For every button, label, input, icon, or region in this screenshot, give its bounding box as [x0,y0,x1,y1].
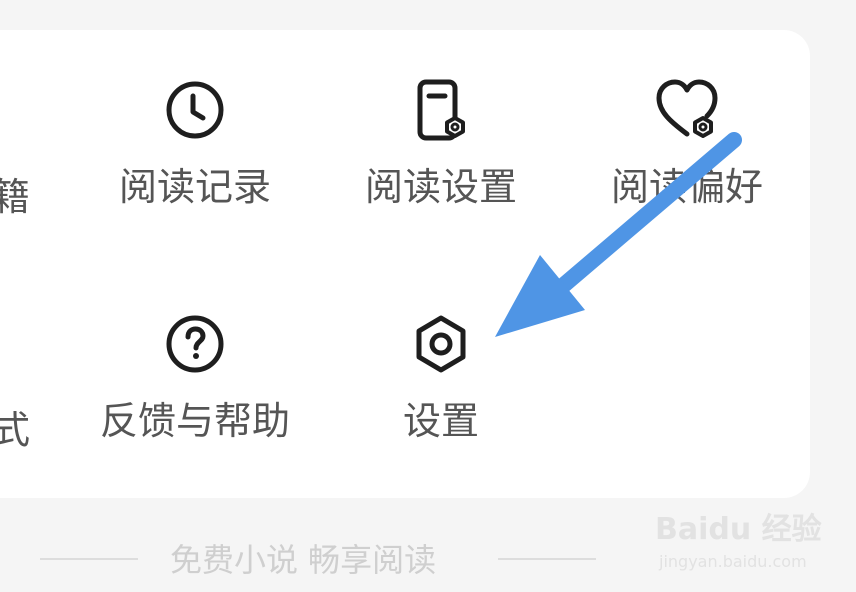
menu-item-label: 阅读记录 [118,165,271,209]
watermark-brand: Baidu 经验 [655,512,822,547]
divider-line [498,558,596,560]
footer: 免费小说 畅享阅读 [0,536,640,584]
menu-item-reading-history[interactable]: 阅读记录 [95,74,295,234]
arrow-icon [495,132,742,337]
footer-slogan: 免费小说 畅享阅读 [170,541,437,579]
menu-item-label-partial[interactable]: 式 [0,405,30,455]
question-circle-icon [166,315,224,373]
menu-item-label: 设置 [402,399,479,443]
document-settings-icon [417,79,465,141]
menu-item-label: 反馈与帮助 [99,399,290,443]
hexagon-settings-icon [416,315,466,373]
clock-icon [166,81,224,139]
menu-item-label-partial[interactable]: 籍 [0,172,30,222]
baidu-watermark: Baidu 经验 jingyan.baidu.com [655,510,855,590]
menu-item-feedback-help[interactable]: 反馈与帮助 [95,308,295,468]
divider-line [40,558,138,560]
watermark-url: jingyan.baidu.com [659,552,807,571]
